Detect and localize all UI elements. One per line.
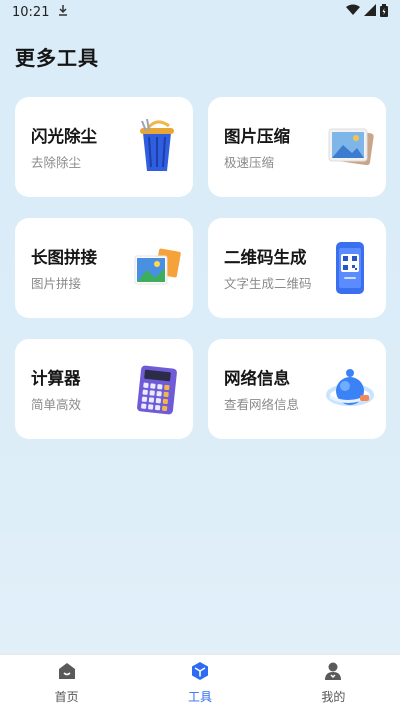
network-globe-icon <box>326 361 374 417</box>
tool-subtitle: 去除除尘 <box>31 155 82 170</box>
trash-bin-icon <box>133 118 181 175</box>
image-compress-icon <box>326 119 374 175</box>
tool-subtitle: 图片拼接 <box>31 276 82 291</box>
image-stitch-icon <box>133 240 181 296</box>
signal-icon <box>364 4 376 20</box>
tool-title: 二维码生成 <box>224 248 307 267</box>
nav-home-label: 首页 <box>54 690 79 704</box>
tool-subtitle: 查看网络信息 <box>224 397 300 412</box>
tool-card-dust-removal[interactable]: 闪光除尘 去除除尘 <box>15 97 193 197</box>
tool-title: 长图拼接 <box>31 248 97 267</box>
tools-cube-icon <box>189 660 211 682</box>
nav-profile-label: 我的 <box>321 690 346 704</box>
tool-title: 闪光除尘 <box>31 127 97 146</box>
wifi-icon <box>346 4 360 20</box>
tool-title: 图片压缩 <box>224 127 290 146</box>
tool-subtitle: 极速压缩 <box>224 155 275 170</box>
nav-tools[interactable]: 工具 <box>133 655 266 712</box>
tool-card-qr-generate[interactable]: 二维码生成 文字生成二维码 <box>208 218 386 318</box>
tool-title: 网络信息 <box>224 369 290 388</box>
tool-subtitle: 文字生成二维码 <box>224 276 312 291</box>
bottom-nav: 首页 工具 我的 <box>0 654 400 712</box>
tool-subtitle: 简单高效 <box>31 397 82 412</box>
download-icon <box>57 4 69 20</box>
battery-icon <box>380 3 388 21</box>
profile-icon <box>322 660 344 682</box>
status-time: 10:21 <box>12 4 50 20</box>
calculator-icon <box>133 361 181 417</box>
status-bar: 10:21 <box>0 0 400 24</box>
tool-title: 计算器 <box>31 369 81 388</box>
qr-phone-icon <box>326 240 374 296</box>
nav-tools-label: 工具 <box>187 690 212 704</box>
tool-card-image-stitch[interactable]: 长图拼接 图片拼接 <box>15 218 193 318</box>
tool-card-image-compress[interactable]: 图片压缩 极速压缩 <box>208 97 386 197</box>
nav-home[interactable]: 首页 <box>0 655 133 712</box>
tool-card-calculator[interactable]: 计算器 简单高效 <box>15 339 193 439</box>
nav-profile[interactable]: 我的 <box>267 655 400 712</box>
tools-grid: 闪光除尘 去除除尘 图片压缩 极速压缩 长图拼接 图片拼接 二维码生成 文字生成… <box>15 97 386 439</box>
home-icon <box>56 660 78 682</box>
page-title: 更多工具 <box>15 46 99 70</box>
tool-card-network-info[interactable]: 网络信息 查看网络信息 <box>208 339 386 439</box>
